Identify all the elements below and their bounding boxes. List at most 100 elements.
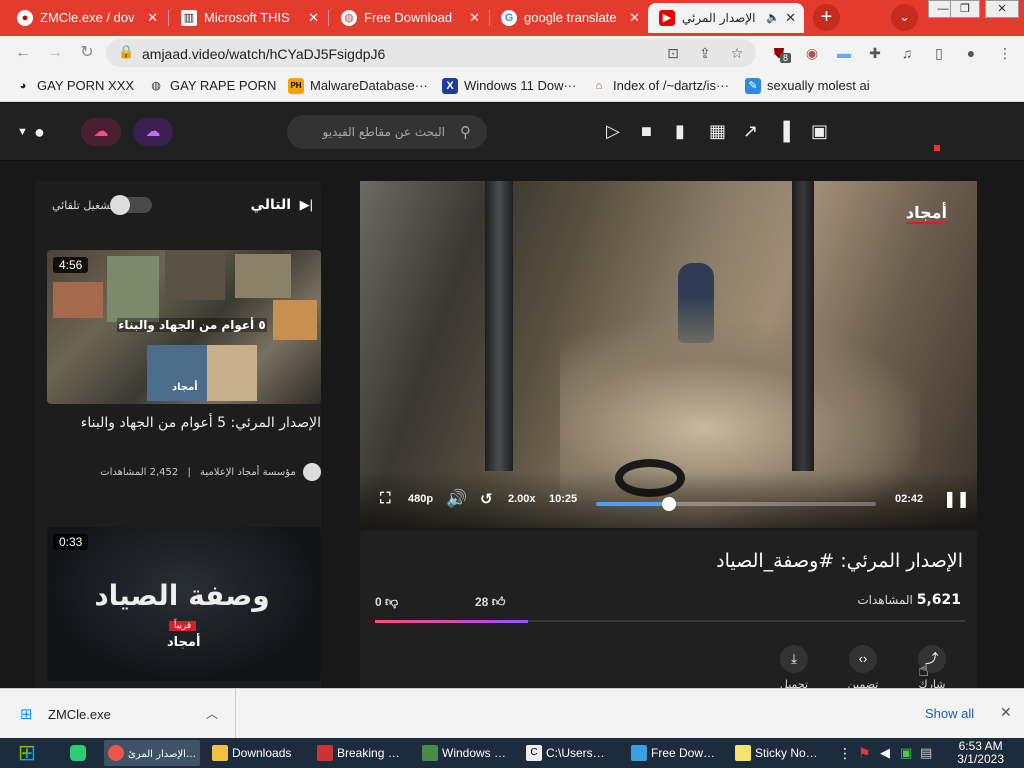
trending-icon[interactable]: ↗ <box>743 120 758 142</box>
volume-icon[interactable]: 🔊 <box>446 489 467 509</box>
playback-speed-button[interactable]: 2.00x <box>508 493 536 505</box>
bookmark-label: Windows 11 Dow··· <box>464 78 577 93</box>
tab-separator <box>328 10 329 26</box>
back-icon[interactable]: ← <box>13 43 33 63</box>
taskbar-windows[interactable]: Windows … <box>418 740 514 766</box>
like-button[interactable]: 28 👍︎ <box>475 594 505 610</box>
taskbar-chrome[interactable]: الإصدار المرئ… <box>104 740 200 766</box>
bookmarks-bar: ◕ GAY PORN XXX ◍ GAY RAPE PORN PH Malwar… <box>0 70 1024 102</box>
taskbar-free-download[interactable]: Free Dow… <box>627 740 723 766</box>
app-green-icon[interactable] <box>70 745 86 761</box>
search-icon[interactable]: ⚲ <box>460 123 471 141</box>
flag-icon[interactable]: ⚑ <box>858 745 871 762</box>
video-thumbnail[interactable]: 0:33 وصفة الصياد قريباً أمجاد <box>47 527 321 681</box>
taskbar-downloads[interactable]: Downloads <box>208 740 304 766</box>
windows-start-icon[interactable]: ⊞ <box>10 738 44 768</box>
side-panel-icon[interactable]: ▯ <box>930 44 948 62</box>
close-icon[interactable]: ✕ <box>147 3 158 33</box>
bookmark-item[interactable]: ◍ GAY RAPE PORN <box>148 78 276 94</box>
user-icon[interactable]: ● <box>34 121 45 143</box>
skip-next-icon[interactable]: ▶| <box>300 197 313 213</box>
bookmark-item[interactable]: X Windows 11 Dow··· <box>442 78 576 94</box>
share-button[interactable]: ⤴ شارك <box>907 645 957 688</box>
account-icon[interactable]: ● <box>962 44 980 62</box>
lock-icon[interactable]: 🔒 <box>118 44 134 60</box>
shorts-play-icon[interactable]: ▷ <box>606 120 620 142</box>
tray-app-icon[interactable]: ▤ <box>920 745 932 761</box>
network-icon[interactable]: ▣ <box>900 745 912 761</box>
embed-button[interactable]: ‹› تضمين <box>838 645 888 688</box>
show-all-link[interactable]: Show all <box>925 706 974 721</box>
reload-icon[interactable]: ↻ <box>77 43 97 63</box>
video-player[interactable]: أمجاد ⛶ 480p 🔊 ↺ 2.00x 10:25 02:42 ❚❚ <box>360 181 977 528</box>
video-title[interactable]: الإصدار المرئي: 5 أعوام من الجهاد والبنا… <box>47 415 321 431</box>
quality-button[interactable]: 480p <box>408 493 433 505</box>
tab-free-download[interactable]: ◍ Free Download ✕ <box>330 3 488 33</box>
audio-icon[interactable]: 🔈 <box>766 3 780 33</box>
app-icon <box>422 745 438 761</box>
chevron-up-icon[interactable]: ︿ <box>206 705 218 722</box>
tab-google-translate[interactable]: G google translate ✕ <box>490 3 648 33</box>
tab-zmcle[interactable]: ● ZMCle.exe / dov ✕ <box>6 3 166 33</box>
channel-name[interactable]: مؤسسة أمجاد الإعلامية <box>200 467 296 478</box>
forward-icon[interactable]: → <box>45 43 65 63</box>
subscriptions-icon[interactable]: ▣ <box>811 120 828 142</box>
rewind-20-icon[interactable]: ↺ <box>480 490 493 508</box>
system-clock[interactable]: 6:53 AM 3/1/2023 <box>957 740 1004 766</box>
seek-handle[interactable] <box>661 497 676 511</box>
video-search-input[interactable] <box>287 115 487 149</box>
restore-button[interactable]: ❐ <box>950 0 980 18</box>
close-icon[interactable]: ✕ <box>629 3 640 33</box>
share-page-icon[interactable]: ⇪ <box>696 44 714 62</box>
profile-extension-icon[interactable]: ◉ <box>803 44 821 62</box>
media-icon[interactable]: ♫ <box>898 44 916 62</box>
tab-current-video[interactable]: ▶ الإصدار المرئي 🔈 ✕ <box>648 3 804 33</box>
chevron-down-icon[interactable]: ▼ <box>17 121 28 143</box>
taskbar-cmd[interactable]: C C:\Users… <box>522 740 618 766</box>
flag-extension-icon[interactable]: ▬ <box>835 44 853 62</box>
taskbar-sticky-notes[interactable]: Sticky No… <box>731 740 827 766</box>
volume-tray-icon[interactable]: ◀ <box>880 745 890 761</box>
cloud-download-button[interactable]: ☁ <box>81 118 121 146</box>
tab-microsoft[interactable]: ▥ Microsoft THIS ✕ <box>170 3 327 33</box>
film-icon[interactable]: ▦ <box>709 120 726 142</box>
tab-label: Microsoft THIS <box>204 10 290 25</box>
dislike-button[interactable]: 0 👎︎ <box>375 594 398 610</box>
cloud-upload-button[interactable]: ☁ <box>133 118 173 146</box>
notification-dot[interactable] <box>934 145 940 151</box>
close-icon[interactable]: ✕ <box>469 3 480 33</box>
puzzle-icon[interactable]: ✚ <box>866 44 884 62</box>
bookmark-item[interactable]: ⌂ Index of /~dartz/is··· <box>591 78 729 94</box>
pause-icon[interactable]: ❚❚ <box>943 489 970 509</box>
new-tab-button[interactable]: + <box>813 4 840 31</box>
close-icon[interactable]: ✕ <box>785 3 796 33</box>
seek-bar[interactable] <box>596 497 876 511</box>
fullscreen-icon[interactable]: ⛶ <box>380 490 391 507</box>
url-text[interactable]: amjaad.video/watch/hCYaDJ5FsigdpJ6 <box>142 46 385 62</box>
camera-icon[interactable]: ■ <box>641 120 652 142</box>
channel-avatar[interactable] <box>303 463 321 481</box>
chart-icon[interactable]: ▐ <box>777 120 790 142</box>
taskbar-label: Sticky No… <box>755 746 818 760</box>
taskbar-label: الإصدار المرئ… <box>128 749 196 760</box>
close-window-button[interactable]: ✕ <box>985 0 1019 18</box>
address-bar[interactable]: 🔒 amjaad.video/watch/hCYaDJ5FsigdpJ6 ⊡ ⇪… <box>106 39 756 67</box>
menu-icon[interactable]: ⋮ <box>996 44 1014 62</box>
tab-search-button[interactable]: ⌄ <box>891 4 918 31</box>
bookmark-item[interactable]: ✎ sexually molest ai <box>745 78 870 94</box>
embed-icon: ‹› <box>849 645 877 673</box>
overflow-icon[interactable]: ⋮ <box>838 745 852 762</box>
video-thumbnail[interactable]: 4:56 ٥ أعوام من الجهاد والبناء أمجاد <box>47 250 321 404</box>
download-item[interactable]: ⊞ ZMCle.exe ︿ <box>0 689 236 739</box>
toggle-knob[interactable] <box>110 195 130 215</box>
carousel-icon[interactable]: ▮ <box>675 120 685 142</box>
download-button[interactable]: ⤓ تحميل <box>769 645 819 688</box>
bookmark-star-icon[interactable]: ☆ <box>728 44 746 62</box>
close-icon[interactable]: ✕ <box>308 3 319 33</box>
taskbar-breaking[interactable]: Breaking … <box>313 740 409 766</box>
translate-icon[interactable]: ⊡ <box>664 44 682 62</box>
autoplay-toggle[interactable] <box>110 195 152 215</box>
bookmark-item[interactable]: PH MalwareDatabase··· <box>288 78 428 94</box>
close-shelf-icon[interactable]: ✕ <box>1000 704 1012 721</box>
bookmark-item[interactable]: ◕ GAY PORN XXX <box>15 78 134 94</box>
